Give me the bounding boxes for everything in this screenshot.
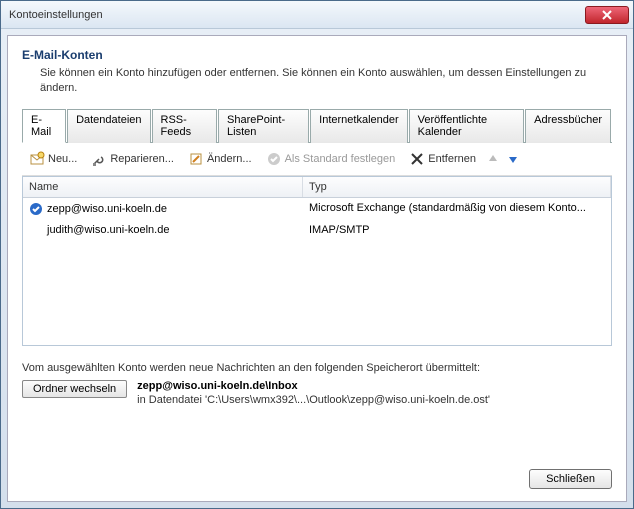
table-header: Name Typ (23, 177, 611, 198)
set-default-label: Als Standard festlegen (285, 153, 396, 165)
remove-icon (409, 151, 425, 167)
repair-label: Reparieren... (110, 153, 174, 165)
remove-button[interactable]: Entfernen (406, 149, 479, 169)
delivery-info: zepp@wiso.uni-koeln.de\Inbox in Datendat… (137, 380, 612, 406)
column-name[interactable]: Name (23, 177, 303, 197)
delivery-intro: Vom ausgewählten Konto werden neue Nachr… (22, 362, 612, 374)
table-row[interactable]: judith@wiso.uni-koeln.de IMAP/SMTP (23, 220, 611, 240)
dialog-footer: Schließen (529, 469, 612, 489)
tab-internet-calendar[interactable]: Internetkalender (310, 109, 408, 143)
dialog-content: E-Mail-Konten Sie können ein Konto hinzu… (7, 35, 627, 502)
titlebar: Kontoeinstellungen (1, 1, 633, 29)
change-button[interactable]: Ändern... (185, 149, 255, 169)
window-title: Kontoeinstellungen (9, 9, 585, 21)
table-body: zepp@wiso.uni-koeln.de Microsoft Exchang… (23, 198, 611, 240)
default-account-icon (29, 202, 43, 216)
close-button[interactable]: Schließen (529, 469, 612, 489)
tabs: E-Mail Datendateien RSS-Feeds SharePoint… (22, 108, 612, 143)
close-icon (602, 10, 612, 20)
delivery-path: zepp@wiso.uni-koeln.de\Inbox (137, 380, 612, 392)
window-close-button[interactable] (585, 6, 629, 24)
section-subheading: Sie können ein Konto hinzufügen oder ent… (40, 66, 612, 96)
new-label: Neu... (48, 153, 77, 165)
check-icon (266, 151, 282, 167)
tab-rss[interactable]: RSS-Feeds (152, 109, 218, 143)
account-type: IMAP/SMTP (303, 222, 611, 238)
remove-label: Entfernen (428, 153, 476, 165)
account-name: zepp@wiso.uni-koeln.de (47, 203, 167, 215)
section-heading: E-Mail-Konten (22, 48, 612, 62)
move-down-button[interactable] (507, 153, 519, 165)
change-icon (188, 151, 204, 167)
move-up-button (487, 153, 499, 165)
delivery-file: in Datendatei 'C:\Users\wmx392\...\Outlo… (137, 394, 612, 406)
tab-datafiles[interactable]: Datendateien (67, 109, 150, 143)
change-label: Ändern... (207, 153, 252, 165)
toolbar: Neu... Reparieren... Ändern... Als Stand… (22, 143, 612, 176)
account-name: judith@wiso.uni-koeln.de (47, 224, 169, 236)
account-settings-window: Kontoeinstellungen E-Mail-Konten Sie kön… (0, 0, 634, 509)
repair-icon (91, 151, 107, 167)
table-row[interactable]: zepp@wiso.uni-koeln.de Microsoft Exchang… (23, 198, 611, 220)
delivery-row: Ordner wechseln zepp@wiso.uni-koeln.de\I… (22, 380, 612, 406)
accounts-table: Name Typ zepp@wiso.uni-koeln.de Microsof… (22, 176, 612, 346)
tab-sharepoint[interactable]: SharePoint-Listen (218, 109, 309, 143)
new-icon (29, 151, 45, 167)
tab-published-calendar[interactable]: Veröffentlichte Kalender (409, 109, 524, 143)
tab-addressbooks[interactable]: Adressbücher (525, 109, 611, 143)
repair-button[interactable]: Reparieren... (88, 149, 177, 169)
new-button[interactable]: Neu... (26, 149, 80, 169)
tab-email[interactable]: E-Mail (22, 109, 66, 143)
change-folder-button[interactable]: Ordner wechseln (22, 380, 127, 398)
column-type[interactable]: Typ (303, 177, 611, 197)
set-default-button: Als Standard festlegen (263, 149, 399, 169)
account-type: Microsoft Exchange (standardmäßig von di… (303, 200, 611, 218)
